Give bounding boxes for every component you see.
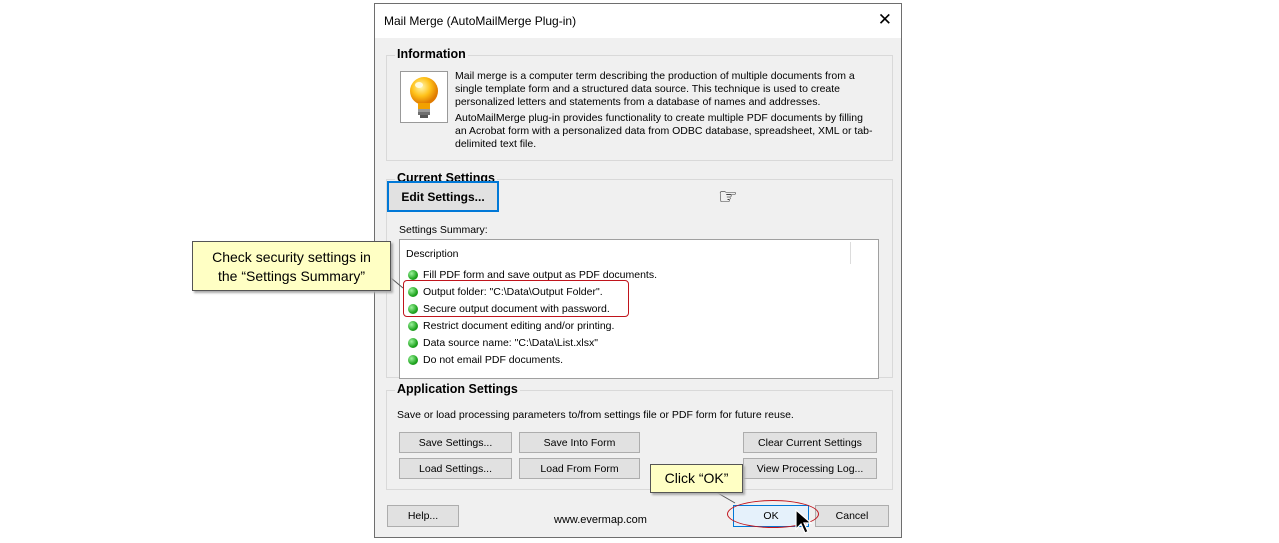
ok-callout-text: Click “OK” xyxy=(664,470,729,486)
security-callout: Check security settings in the “Settings… xyxy=(192,241,391,291)
security-callout-text: Check security settings in the “Settings… xyxy=(212,249,371,284)
mouse-cursor-icon xyxy=(795,509,813,534)
ok-callout: Click “OK” xyxy=(650,464,743,493)
